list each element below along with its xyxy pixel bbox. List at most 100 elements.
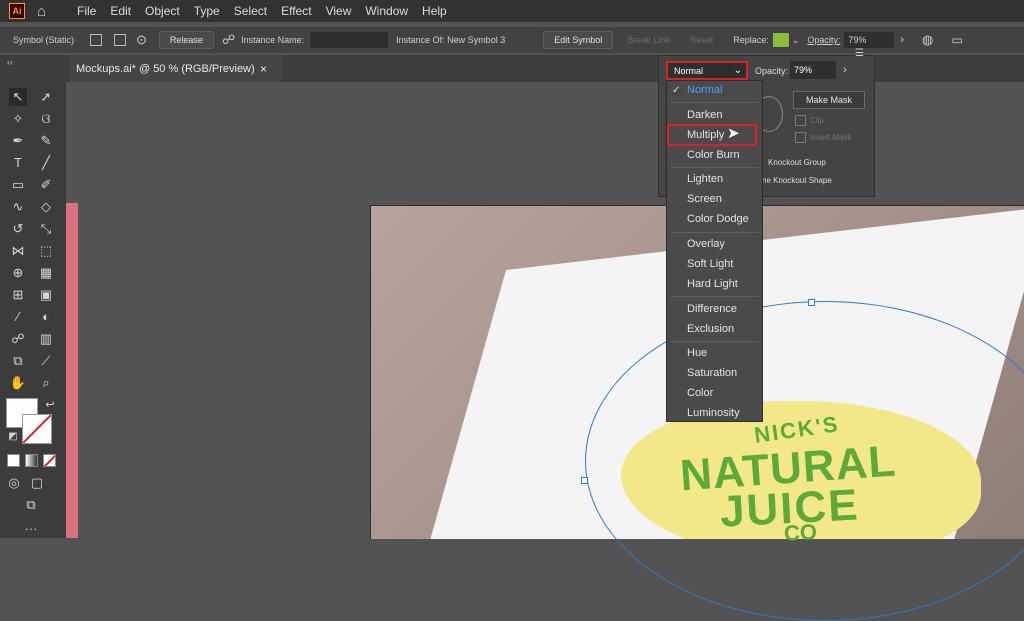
- home-icon[interactable]: ⌂: [37, 3, 53, 20]
- blend-option-normal[interactable]: Normal: [687, 84, 722, 96]
- selection-type-label: Symbol (Static): [13, 35, 75, 45]
- blend-option-color-burn[interactable]: Color Burn: [687, 149, 740, 161]
- paintbrush-tool-icon[interactable]: ✐: [37, 176, 55, 194]
- shaper-tool-icon[interactable]: ∿: [9, 198, 27, 216]
- line-tool-icon[interactable]: ╱: [37, 154, 55, 172]
- menu-bar: Ai ⌂ File Edit Object Type Select Effect…: [0, 0, 1024, 22]
- selection-handle[interactable]: [808, 299, 815, 306]
- reset-button[interactable]: Reset: [690, 35, 714, 45]
- app-logo[interactable]: Ai: [9, 3, 25, 19]
- direct-selection-tool-icon[interactable]: ➚: [37, 88, 55, 106]
- chevron-right-icon[interactable]: ›: [900, 34, 904, 46]
- default-fill-stroke-icon[interactable]: ◩: [4, 428, 22, 446]
- break-link-button[interactable]: Break Link: [627, 35, 670, 45]
- instance-name-input[interactable]: [310, 32, 389, 48]
- blend-option-luminosity[interactable]: Luminosity: [687, 407, 740, 419]
- blend-option-hard-light[interactable]: Hard Light: [687, 278, 738, 290]
- perspective-grid-tool-icon[interactable]: ▦: [37, 264, 55, 282]
- arrange-documents-icon[interactable]: ▭: [951, 33, 962, 47]
- blend-option-difference[interactable]: Difference: [687, 303, 737, 315]
- blend-mode-select[interactable]: Normal ⌄: [666, 61, 748, 80]
- change-screen-mode-icon[interactable]: ⧉: [22, 496, 40, 514]
- column-graph-tool-icon[interactable]: ▥: [37, 330, 55, 348]
- edit-symbol-button[interactable]: Edit Symbol: [543, 31, 614, 49]
- menu-select[interactable]: Select: [234, 4, 267, 18]
- blend-option-overlay[interactable]: Overlay: [687, 238, 725, 250]
- gradient-mode-icon[interactable]: [25, 454, 38, 467]
- magic-wand-tool-icon[interactable]: ✧: [9, 110, 27, 128]
- blend-option-lighten[interactable]: Lighten: [687, 173, 723, 185]
- clip-checkbox[interactable]: [795, 115, 806, 126]
- knockout-group-label[interactable]: Knockout Group: [768, 158, 826, 167]
- menu-type[interactable]: Type: [194, 4, 220, 18]
- scale-tool-icon[interactable]: ⤡: [37, 220, 55, 238]
- none-mode-icon[interactable]: [43, 454, 56, 467]
- blend-option-color[interactable]: Color: [687, 387, 713, 399]
- chevron-down-icon[interactable]: ⌄: [792, 35, 800, 46]
- panel-menu-icon[interactable]: ☰: [855, 48, 864, 59]
- check-icon: ✓: [672, 85, 681, 96]
- stroke-swatch[interactable]: [22, 414, 52, 444]
- width-tool-icon[interactable]: ⋈: [9, 242, 27, 260]
- invert-mask-checkbox[interactable]: [795, 132, 806, 143]
- blend-option-hue[interactable]: Hue: [687, 347, 707, 359]
- menu-window[interactable]: Window: [365, 4, 408, 18]
- menu-view[interactable]: View: [326, 4, 352, 18]
- more-tools-icon[interactable]: ···: [22, 520, 40, 538]
- swap-fill-stroke-icon[interactable]: ↩: [41, 396, 59, 414]
- artboard-tool-icon[interactable]: ⧉: [9, 352, 27, 370]
- blend-tool-icon[interactable]: ◐: [37, 308, 55, 326]
- menu-edit[interactable]: Edit: [110, 4, 131, 18]
- eyedropper-tool-icon[interactable]: ⁄: [9, 308, 27, 326]
- collapse-panel-icon[interactable]: ‹‹: [7, 57, 13, 67]
- menu-effect[interactable]: Effect: [281, 4, 311, 18]
- multiply-highlight: [667, 124, 757, 146]
- curvature-tool-icon[interactable]: ✎: [37, 132, 55, 150]
- knockout-shape-label[interactable]: ne Knockout Shape: [762, 176, 832, 185]
- symbol-sprayer-tool-icon[interactable]: ☍: [9, 330, 27, 348]
- blend-option-screen[interactable]: Screen: [687, 193, 722, 205]
- rotate-tool-icon[interactable]: ↺: [9, 220, 27, 238]
- shape-builder-tool-icon[interactable]: ⊕: [9, 264, 27, 282]
- free-transform-tool-icon[interactable]: ⬚: [37, 242, 55, 260]
- cursor-icon: ➤: [727, 125, 740, 142]
- blend-option-color-dodge[interactable]: Color Dodge: [687, 213, 749, 225]
- rectangle-tool-icon[interactable]: ▭: [9, 176, 27, 194]
- screen-mode-icon[interactable]: ▢: [28, 474, 46, 492]
- blend-option-darken[interactable]: Darken: [687, 109, 722, 121]
- symbol-sprayer-icon[interactable]: ☍: [222, 32, 235, 48]
- make-mask-button[interactable]: Make Mask: [793, 91, 865, 109]
- slice-tool-icon[interactable]: ⟋: [37, 352, 55, 370]
- recolor-icon[interactable]: ◍: [922, 32, 933, 48]
- blend-option-saturation[interactable]: Saturation: [687, 367, 737, 379]
- selection-handle[interactable]: [581, 477, 588, 484]
- blend-option-exclusion[interactable]: Exclusion: [687, 323, 734, 335]
- lasso-tool-icon[interactable]: ଓ: [37, 110, 55, 128]
- symbol-transform-icon[interactable]: [90, 34, 103, 46]
- pen-tool-icon[interactable]: ✒: [9, 132, 27, 150]
- instance-of-label: Instance Of: New Symbol 3: [396, 35, 506, 45]
- close-icon[interactable]: ×: [260, 62, 267, 76]
- mesh-tool-icon[interactable]: ⊞: [9, 286, 27, 304]
- release-button[interactable]: Release: [158, 31, 214, 49]
- eraser-tool-icon[interactable]: ◇: [37, 198, 55, 216]
- selection-tool-icon[interactable]: ↖: [9, 88, 27, 106]
- opacity-label[interactable]: Opacity:: [807, 35, 840, 45]
- draw-normal-icon[interactable]: ◎: [5, 474, 23, 492]
- hand-tool-icon[interactable]: ✋: [9, 374, 27, 392]
- color-mode-icon[interactable]: [7, 454, 20, 467]
- opacity-input[interactable]: 79%: [844, 32, 895, 48]
- zoom-tool-icon[interactable]: ⌕: [37, 374, 55, 392]
- menu-object[interactable]: Object: [145, 4, 180, 18]
- menu-help[interactable]: Help: [422, 4, 447, 18]
- replace-symbol-swatch[interactable]: [772, 33, 789, 47]
- symbol-bounds-icon[interactable]: [114, 34, 127, 46]
- menu-file[interactable]: File: [77, 4, 96, 18]
- document-tab[interactable]: Mockups.ai* @ 50 % (RGB/Preview) ×: [70, 55, 282, 82]
- blend-option-soft-light[interactable]: Soft Light: [687, 258, 733, 270]
- gradient-tool-icon[interactable]: ▣: [37, 286, 55, 304]
- transparency-opacity-input[interactable]: 79%: [790, 61, 836, 79]
- registration-point-icon[interactable]: ⊙: [136, 32, 147, 48]
- type-tool-icon[interactable]: T: [9, 154, 27, 172]
- chevron-right-icon[interactable]: ›: [843, 64, 847, 76]
